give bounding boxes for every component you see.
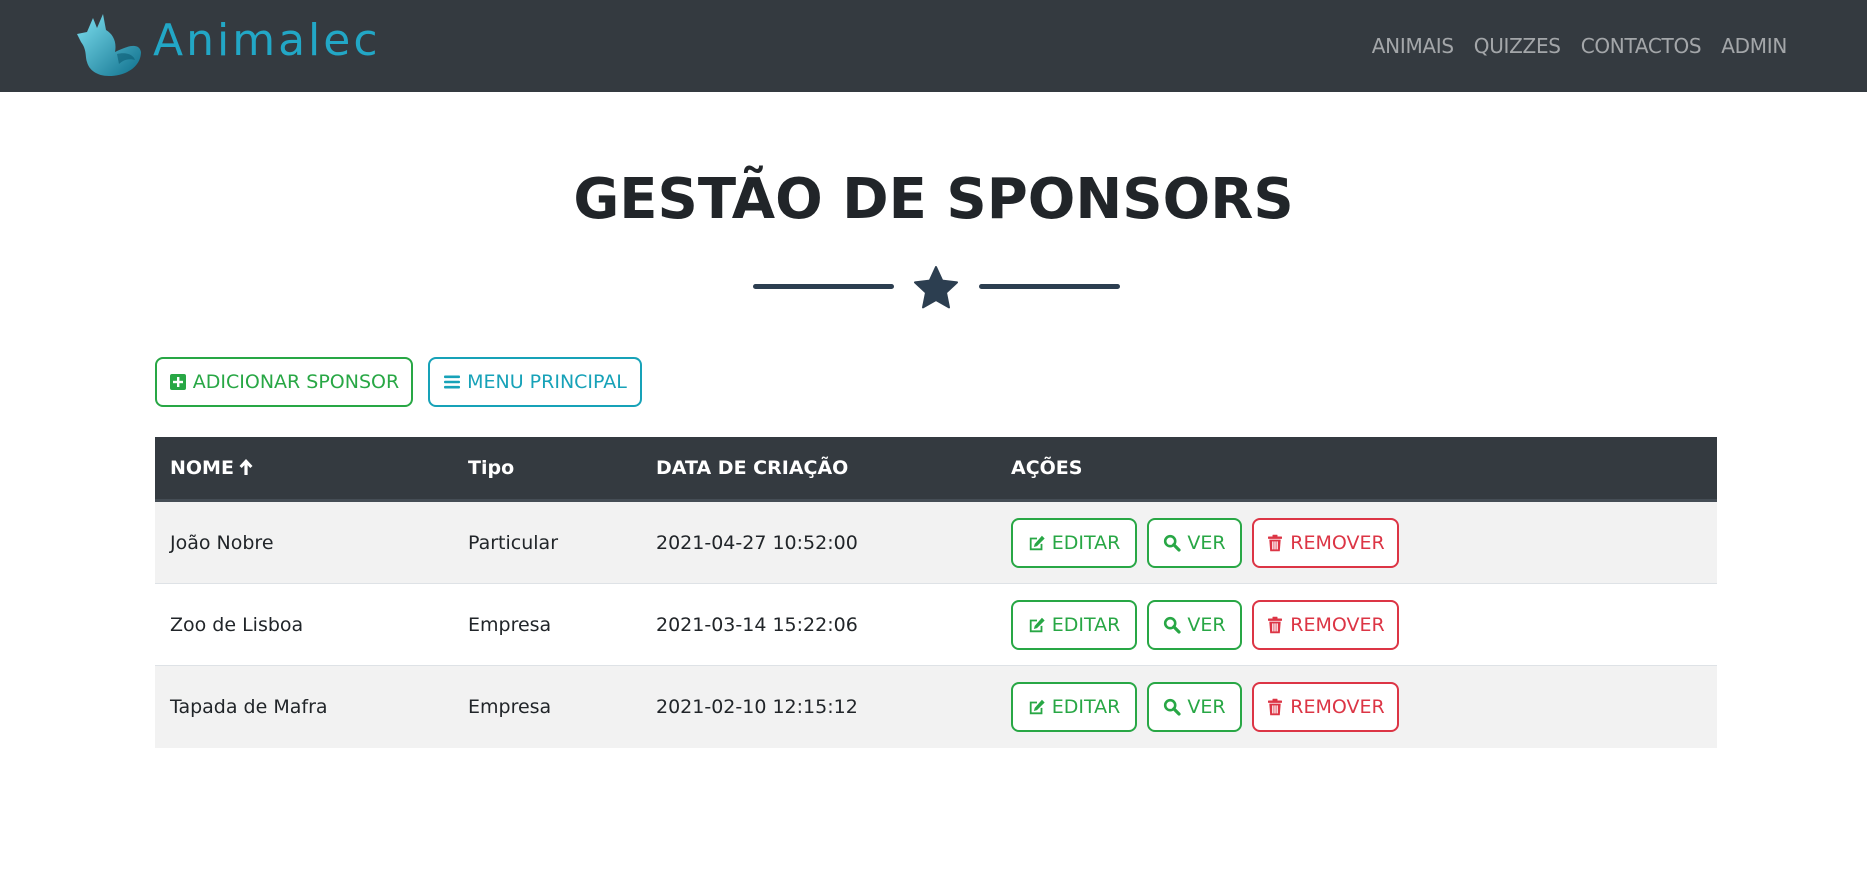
header-type: Tipo [468, 457, 515, 479]
header-actions: AÇÕES [1011, 457, 1083, 479]
edit-label: EDITAR [1051, 696, 1121, 718]
main-menu-label: MENU PRINCIPAL [467, 371, 627, 393]
remove-button[interactable]: REMOVER [1252, 518, 1399, 568]
search-icon [1164, 616, 1181, 634]
main-menu-button[interactable]: MENU PRINCIPAL [428, 357, 642, 407]
edit-label: EDITAR [1051, 532, 1121, 554]
view-button[interactable]: VER [1147, 682, 1242, 732]
nav-link-quizzes[interactable]: QUIZZES [1474, 34, 1561, 58]
bars-icon [444, 375, 461, 389]
page-title: GESTÃO DE SPONSORS [573, 167, 1294, 232]
sponsors-table: NOME Tipo DATA DE CRIAÇÃO AÇÕES João Nob… [155, 437, 1717, 748]
edit-label: EDITAR [1051, 614, 1121, 636]
cell-type: Empresa [468, 696, 552, 718]
navbar: Animalec ANIMAIS QUIZZES CONTACTOS ADMIN [0, 0, 1867, 92]
add-sponsor-button[interactable]: ADICIONAR SPONSOR [155, 357, 413, 407]
header-created: DATA DE CRIAÇÃO [656, 457, 849, 479]
nav-link-contactos[interactable]: CONTACTOS [1581, 34, 1702, 58]
cell-name: Zoo de Lisboa [170, 614, 304, 636]
cell-type: Particular [468, 532, 559, 554]
view-button[interactable]: VER [1147, 518, 1242, 568]
remove-label: REMOVER [1290, 532, 1385, 554]
cell-name: Tapada de Mafra [170, 696, 328, 718]
table-header: NOME Tipo DATA DE CRIAÇÃO AÇÕES [155, 437, 1717, 502]
search-icon [1164, 698, 1181, 716]
plus-square-icon [169, 374, 186, 390]
edit-icon [1029, 617, 1045, 633]
edit-button[interactable]: EDITAR [1011, 682, 1137, 732]
trash-icon [1268, 534, 1283, 552]
remove-button[interactable]: REMOVER [1252, 682, 1399, 732]
search-icon [1164, 534, 1181, 552]
table-body: João Nobre Particular 2021-04-27 10:52:0… [155, 502, 1717, 748]
view-button[interactable]: VER [1147, 600, 1242, 650]
brand-link[interactable]: Animalec [73, 12, 381, 78]
remove-label: REMOVER [1290, 614, 1385, 636]
divider-line-right [979, 284, 1120, 289]
trash-icon [1268, 698, 1283, 716]
cell-name: João Nobre [170, 532, 274, 554]
cell-type: Empresa [468, 614, 552, 636]
edit-icon [1029, 535, 1045, 551]
view-label: VER [1187, 532, 1226, 554]
nav-links: ANIMAIS QUIZZES CONTACTOS ADMIN [1352, 0, 1788, 92]
edit-button[interactable]: EDITAR [1011, 600, 1137, 650]
cell-created: 2021-04-27 10:52:00 [656, 532, 858, 554]
edit-icon [1029, 699, 1045, 715]
add-sponsor-label: ADICIONAR SPONSOR [192, 371, 400, 393]
remove-label: REMOVER [1290, 696, 1385, 718]
cell-created: 2021-02-10 12:15:12 [656, 696, 858, 718]
star-icon [914, 266, 958, 309]
view-label: VER [1187, 614, 1226, 636]
nav-link-admin[interactable]: ADMIN [1721, 34, 1787, 58]
cell-created: 2021-03-14 15:22:06 [656, 614, 858, 636]
table-row: Tapada de Mafra Empresa 2021-02-10 12:15… [155, 666, 1717, 748]
fox-logo-icon [77, 14, 141, 76]
header-name-label: NOME [170, 457, 234, 479]
arrow-up-icon [239, 459, 253, 475]
remove-button[interactable]: REMOVER [1252, 600, 1399, 650]
view-label: VER [1187, 696, 1226, 718]
table-row: Zoo de Lisboa Empresa 2021-03-14 15:22:0… [155, 584, 1717, 666]
brand-name: Animalec [153, 15, 381, 66]
nav-link-animais[interactable]: ANIMAIS [1372, 34, 1454, 58]
table-row: João Nobre Particular 2021-04-27 10:52:0… [155, 502, 1717, 584]
trash-icon [1268, 616, 1283, 634]
divider-line-left [753, 284, 894, 289]
header-name[interactable]: NOME [170, 437, 254, 499]
edit-button[interactable]: EDITAR [1011, 518, 1137, 568]
title-divider [753, 266, 1120, 310]
